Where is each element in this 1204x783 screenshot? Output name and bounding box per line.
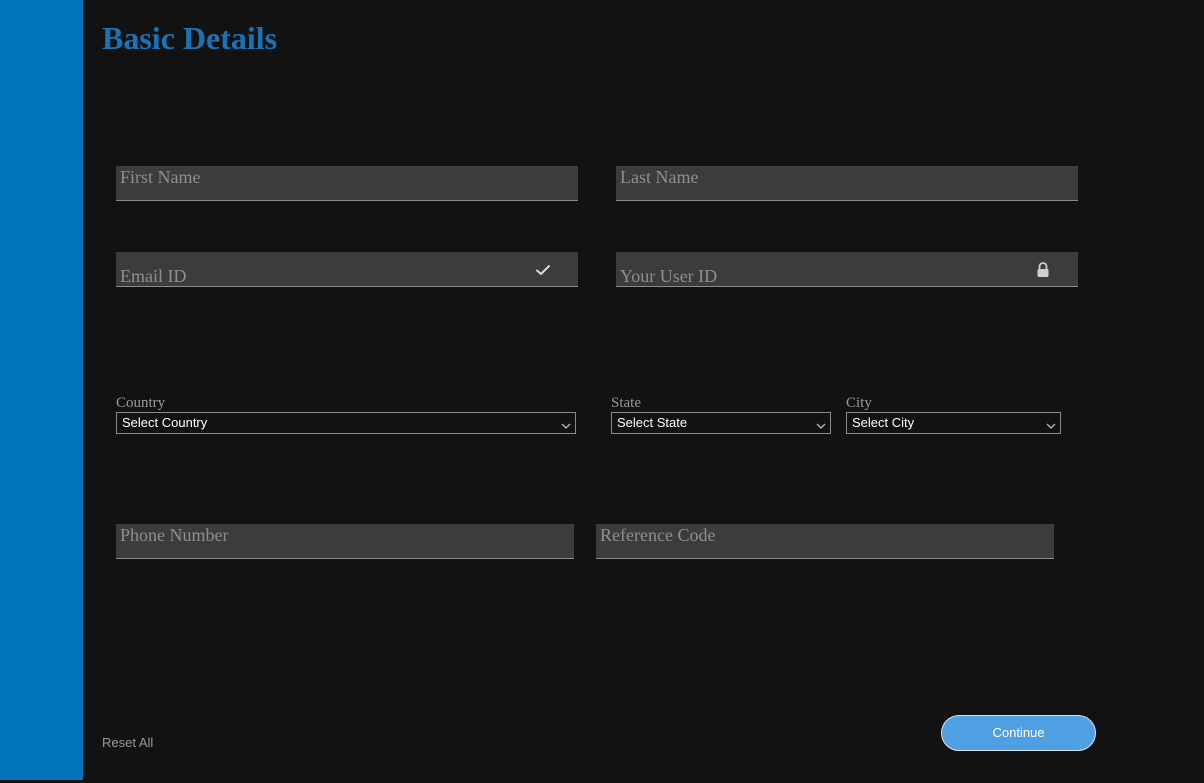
continue-button[interactable]: Continue [941, 715, 1096, 751]
checkmark-icon [534, 261, 552, 279]
page-title: Basic Details [102, 20, 278, 56]
state-select-value: Select State [617, 415, 688, 430]
chevron-down-icon [816, 418, 826, 429]
state-select[interactable]: Select State [611, 412, 831, 434]
first-name-input[interactable] [116, 166, 578, 200]
state-label: State [611, 395, 641, 411]
city-label: City [846, 395, 872, 411]
phone-field[interactable] [116, 524, 574, 559]
email-field[interactable] [116, 252, 578, 287]
reference-code-input[interactable] [596, 524, 1054, 558]
city-select[interactable]: Select City [846, 412, 1061, 434]
country-select-value: Select Country [122, 415, 208, 430]
chevron-down-icon [1046, 418, 1056, 429]
phone-input[interactable] [116, 524, 574, 558]
last-name-field[interactable] [616, 166, 1078, 201]
user-id-input[interactable] [616, 252, 1078, 286]
user-id-field[interactable] [616, 252, 1078, 287]
email-input[interactable] [116, 252, 578, 286]
city-select-value: Select City [852, 415, 915, 430]
chevron-down-icon [561, 418, 571, 429]
country-select[interactable]: Select Country [116, 412, 576, 434]
reference-code-field[interactable] [596, 524, 1054, 559]
last-name-input[interactable] [616, 166, 1078, 200]
lock-icon [1034, 261, 1052, 279]
reset-all-link[interactable]: Reset All [102, 735, 153, 750]
sidebar [0, 0, 83, 780]
country-label: Country [116, 395, 166, 411]
first-name-field[interactable] [116, 166, 578, 201]
